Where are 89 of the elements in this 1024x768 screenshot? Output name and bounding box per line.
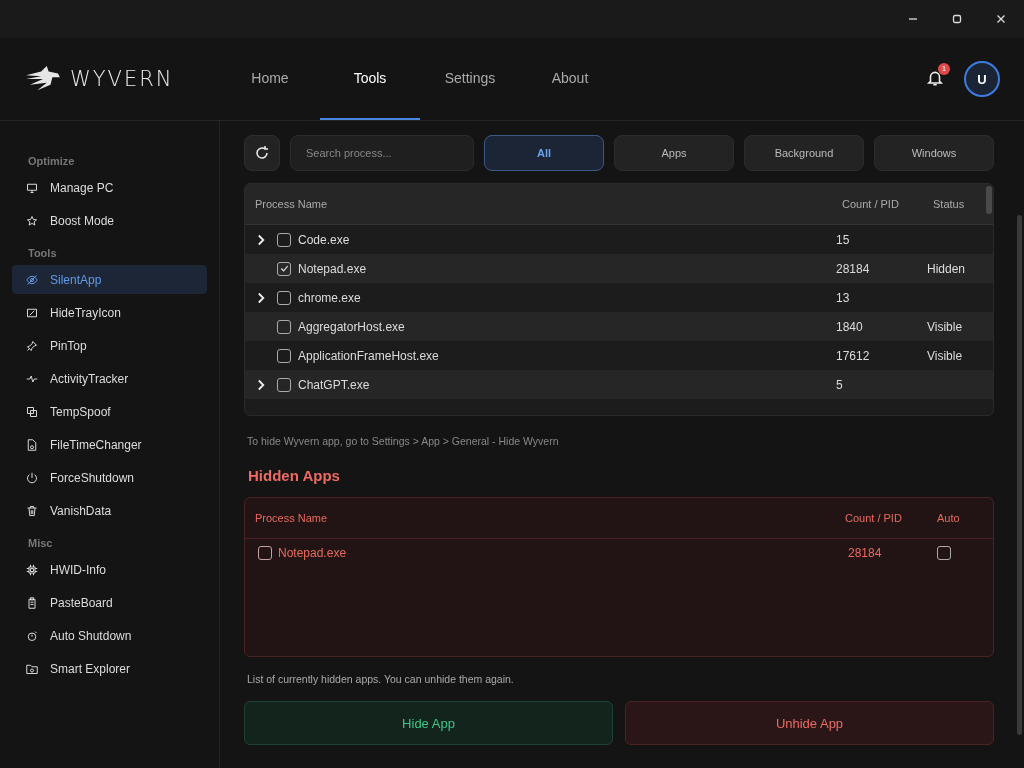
sidebar-item[interactable]: SilentApp: [12, 265, 207, 294]
filter-button[interactable]: Windows: [874, 135, 994, 171]
sidebar-item[interactable]: Auto Shutdown: [12, 621, 207, 650]
bell-icon[interactable]: [926, 69, 944, 87]
nav-tab[interactable]: Home: [220, 38, 320, 120]
app-name: WYVERN: [70, 67, 174, 91]
sidebar-item[interactable]: Boost Mode: [12, 206, 207, 235]
folder-icon: [26, 662, 38, 675]
process-name: Notepad.exe: [297, 261, 368, 276]
expand-chevron-icon[interactable]: [256, 291, 266, 304]
checkbox[interactable]: [258, 546, 272, 560]
section-title: Misc: [27, 536, 54, 551]
sidebar-item[interactable]: Smart Explorer: [12, 654, 207, 683]
tray-icon: [26, 306, 38, 319]
nav-tab[interactable]: Settings: [420, 38, 520, 120]
file-icon: [26, 438, 38, 451]
hidden-eye-icon: [26, 273, 38, 286]
close-icon[interactable]: [996, 14, 1006, 24]
checkbox[interactable]: [277, 348, 291, 363]
filter-button[interactable]: Background: [744, 135, 864, 171]
search-field[interactable]: Search process...: [290, 135, 474, 171]
status-text: Hidden: [927, 261, 966, 276]
section-title: Tools: [27, 246, 58, 261]
auto-checkbox[interactable]: [937, 546, 951, 560]
process-name: AggregatorHost.exe: [297, 319, 406, 334]
unhide-app-button[interactable]: Unhide App: [625, 701, 994, 745]
column-header: Status: [933, 198, 966, 210]
scrollbar-thumb[interactable]: [1017, 215, 1022, 735]
checkbox[interactable]: [277, 290, 291, 305]
sidebar-item[interactable]: TempSpoof: [12, 397, 207, 426]
clipboard-icon: [26, 596, 38, 609]
sidebar-item[interactable]: ForceShutdown: [12, 463, 207, 492]
filter-button[interactable]: All: [484, 135, 604, 171]
refresh-button[interactable]: [244, 135, 280, 171]
table-cell-text: 28184: [836, 261, 871, 276]
sidebar-item[interactable]: Manage PC: [12, 173, 207, 202]
column-header: Process Name: [254, 198, 329, 210]
sidebar-item[interactable]: HWID-Info: [12, 555, 207, 584]
filter-button[interactable]: Apps: [614, 135, 734, 171]
scrollbar-thumb[interactable]: [986, 186, 992, 214]
sidebar-item[interactable]: FileTimeChanger: [12, 430, 207, 459]
maximize-icon[interactable]: [952, 14, 962, 24]
power-icon: [26, 471, 38, 484]
process-name: ApplicationFrameHost.exe: [297, 348, 440, 363]
caption-text: List of currently hidden apps. You can unhide them again.: [246, 673, 515, 685]
table-cell-text: 5: [836, 377, 844, 392]
expand-chevron-icon[interactable]: [256, 378, 266, 391]
table-cell-text: 28184: [847, 546, 883, 560]
checkbox[interactable]: [277, 232, 291, 247]
status-text: Visible: [927, 319, 963, 334]
table-cell-text: 17612: [836, 348, 871, 363]
pin-icon: [26, 339, 38, 352]
checkbox[interactable]: [277, 319, 291, 334]
sidebar-item[interactable]: PinTop: [12, 331, 207, 360]
checkbox[interactable]: [277, 377, 291, 392]
nav-tab[interactable]: Tools: [320, 38, 420, 120]
sidebar-item[interactable]: HideTrayIcon: [12, 298, 207, 327]
column-header: Count / PID: [842, 198, 900, 210]
sidebar-item[interactable]: VanishData: [12, 496, 207, 525]
sidebar-item[interactable]: ActivityTracker: [12, 364, 207, 393]
star-icon: [26, 214, 38, 227]
expand-chevron-icon[interactable]: [256, 233, 266, 246]
sidebar-item[interactable]: PasteBoard: [12, 588, 207, 617]
copy-icon: [26, 405, 38, 418]
table-cell-text: 13: [836, 290, 851, 305]
refresh-icon: [254, 145, 270, 161]
monitor-icon: [26, 181, 38, 194]
hint-text: To hide Wyvern app, go to Settings > App > General - Hide Wyvern: [246, 435, 560, 447]
table-cell-text: 15: [836, 232, 851, 247]
checkbox[interactable]: [277, 261, 291, 276]
notification-badge: 1: [938, 63, 950, 75]
hide-app-button[interactable]: Hide App: [244, 701, 613, 745]
user-avatar[interactable]: U: [964, 61, 1000, 97]
column-header: Count / PID: [845, 512, 903, 524]
column-header: Process Name: [254, 512, 329, 524]
section-heading: Hidden Apps: [247, 467, 341, 484]
process-name: ChatGPT.exe: [297, 377, 371, 392]
status-text: Visible: [927, 348, 963, 363]
checkmark-icon: [278, 263, 290, 274]
chip-icon: [26, 563, 38, 576]
process-name: Code.exe: [297, 232, 351, 247]
process-name: chrome.exe: [297, 290, 362, 305]
process-name: Notepad.exe: [277, 546, 348, 560]
trash-icon: [26, 504, 38, 517]
nav-tab[interactable]: About: [520, 38, 620, 120]
section-title: Optimize: [27, 154, 76, 169]
timer-icon: [26, 629, 38, 642]
table-cell-text: 1840: [836, 319, 864, 334]
column-header: Auto: [937, 512, 961, 524]
